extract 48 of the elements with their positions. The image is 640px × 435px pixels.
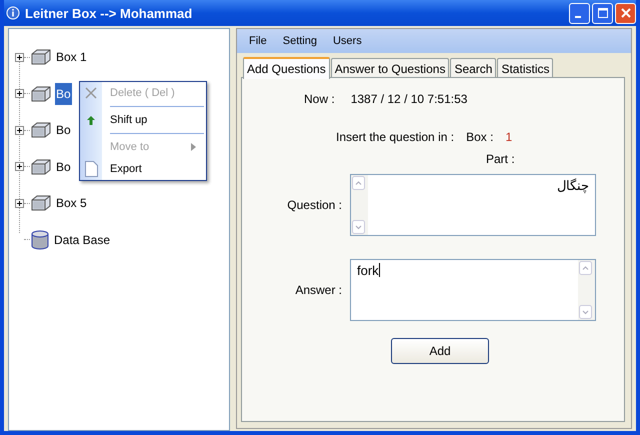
expand-icon[interactable] bbox=[15, 198, 24, 208]
expand-icon[interactable] bbox=[15, 52, 24, 62]
maximize-button[interactable] bbox=[592, 2, 613, 24]
tab[interactable]: Statistics bbox=[497, 58, 554, 78]
maximize-icon bbox=[598, 8, 608, 18]
answer-field[interactable]: fork bbox=[350, 259, 596, 321]
document-icon bbox=[84, 161, 98, 177]
box-icon bbox=[30, 86, 52, 102]
part-label: Part : bbox=[486, 152, 515, 166]
answer-label: Answer : bbox=[294, 283, 343, 297]
tree-item[interactable]: Data Base bbox=[53, 228, 112, 251]
tree-item[interactable]: Bo bbox=[55, 82, 72, 105]
box-label: Box : bbox=[466, 130, 494, 144]
tree-item[interactable]: Box 5 bbox=[55, 192, 88, 214]
expand-icon[interactable] bbox=[15, 126, 24, 135]
tree-item[interactable]: Bo bbox=[55, 119, 72, 142]
tab[interactable]: Answer to Questions bbox=[330, 58, 450, 78]
database-icon bbox=[30, 230, 50, 250]
menu-bar-item[interactable]: Users bbox=[332, 35, 362, 47]
minimize-icon bbox=[574, 16, 580, 18]
add-button[interactable]: Add bbox=[391, 338, 489, 364]
menu-item[interactable]: Shift up bbox=[80, 109, 206, 131]
expand-icon[interactable] bbox=[15, 89, 24, 98]
question-field[interactable]: چنگال bbox=[350, 174, 596, 236]
menu-item[interactable]: Export bbox=[80, 158, 206, 180]
box-icon bbox=[30, 122, 52, 138]
now-label: Now : bbox=[304, 92, 335, 106]
close-button[interactable] bbox=[615, 2, 636, 24]
minimize-button[interactable] bbox=[569, 2, 590, 24]
menu-bar-item[interactable]: File bbox=[249, 35, 267, 47]
expand-icon[interactable] bbox=[15, 162, 24, 172]
close-icon bbox=[620, 8, 630, 18]
box-icon bbox=[30, 195, 52, 212]
up-arrow-icon bbox=[86, 114, 96, 126]
box-icon bbox=[30, 49, 52, 66]
tab[interactable]: Add Questions bbox=[243, 57, 330, 79]
box-number: 1 bbox=[505, 130, 512, 144]
question-label: Question : bbox=[286, 198, 343, 212]
close-icon bbox=[85, 87, 97, 99]
window-title: Leitner Box --> Mohammad bbox=[25, 6, 194, 20]
tab[interactable]: Search bbox=[450, 58, 496, 78]
tree-item[interactable]: Bo bbox=[55, 156, 72, 178]
date-time-text: 1387 / 12 / 10 7:51:53 bbox=[350, 92, 468, 106]
menu-bar-item[interactable]: Setting bbox=[282, 35, 317, 47]
insert-label: Insert the question in : bbox=[336, 130, 454, 144]
info-icon bbox=[6, 6, 20, 20]
tree-item[interactable]: Box 1 bbox=[55, 46, 88, 68]
box-icon bbox=[30, 158, 52, 175]
